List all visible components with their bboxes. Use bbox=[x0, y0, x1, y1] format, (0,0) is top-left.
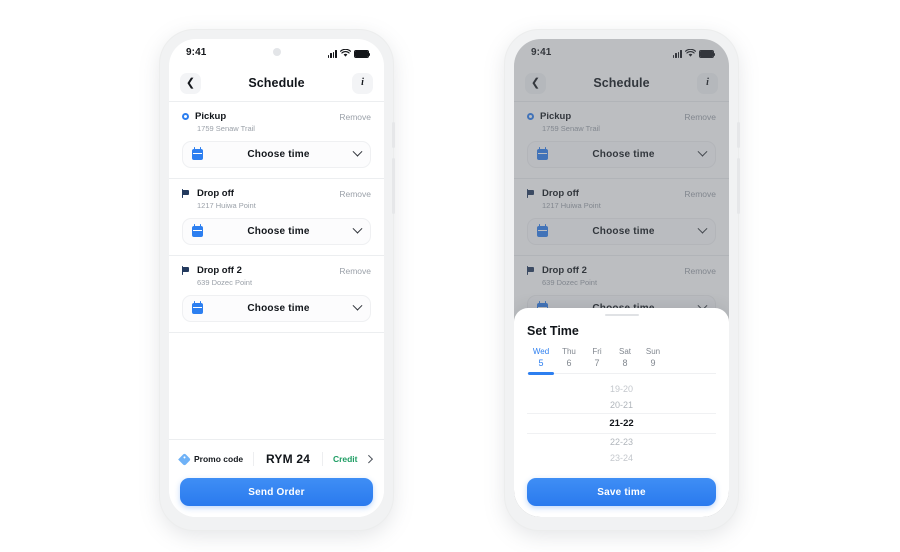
phone-power-button-right bbox=[737, 158, 740, 214]
wifi-icon bbox=[340, 48, 351, 57]
calendar-icon bbox=[192, 301, 203, 314]
day-tabs: Wed 5 Thu 6 Fri 7 Sat 8 Sun 9 bbox=[527, 347, 716, 375]
stop-row-pickup[interactable]: Pickup Remove 1759 Senaw Trail Choose ti… bbox=[169, 102, 384, 178]
choose-time-button-dropoff[interactable]: Choose time bbox=[182, 218, 371, 245]
time-slot[interactable]: 23-24 bbox=[527, 450, 716, 466]
stop-title: Drop off bbox=[197, 188, 234, 199]
stop-label-group: Drop off bbox=[182, 188, 234, 199]
phone-mockup-right: 9:41 ❮ Schedule i Pickup Remove 1759 Sen… bbox=[505, 30, 740, 530]
phone-screen-left: 9:41 ❮ Schedule i Pickup Remove 1759 Sen… bbox=[169, 39, 384, 517]
stop-row-dropoff-2[interactable]: Drop off 2 Remove 639 Dozec Point Choose… bbox=[169, 256, 384, 332]
sheet-drag-handle[interactable] bbox=[604, 313, 639, 316]
stop-title: Drop off 2 bbox=[197, 265, 242, 276]
phone-volume-button-right bbox=[737, 122, 740, 148]
choose-time-label: Choose time bbox=[247, 303, 310, 314]
sheet-title: Set Time bbox=[527, 324, 579, 338]
stop-header: Pickup Remove bbox=[182, 111, 371, 122]
phone-volume-button-left bbox=[392, 122, 395, 148]
send-order-button[interactable]: Send Order bbox=[180, 478, 373, 506]
stop-row-dropoff[interactable]: Drop off Remove 1217 Huiwa Point Choose … bbox=[169, 179, 384, 255]
status-bar-clock: 9:41 bbox=[186, 46, 207, 58]
info-button[interactable]: i bbox=[352, 72, 373, 94]
day-tab-number: 6 bbox=[566, 358, 572, 368]
tag-icon bbox=[178, 452, 191, 466]
stop-address: 1217 Huiwa Point bbox=[197, 201, 256, 210]
calendar-icon bbox=[192, 147, 203, 160]
stop-header: Drop off Remove bbox=[182, 188, 371, 199]
day-tab-name: Fri bbox=[592, 347, 602, 356]
day-tab-name: Sun bbox=[645, 347, 661, 356]
day-tab-sat[interactable]: Sat 8 bbox=[611, 347, 639, 373]
chevron-down-icon bbox=[352, 300, 363, 311]
battery-icon bbox=[354, 50, 371, 58]
time-slot[interactable]: 19-20 bbox=[527, 381, 716, 397]
promo-code-value: RYM 24 bbox=[265, 452, 311, 466]
save-time-button[interactable]: Save time bbox=[527, 478, 716, 506]
day-tab-name: Wed bbox=[532, 347, 550, 356]
front-camera-dot-icon bbox=[272, 48, 281, 56]
time-slot[interactable]: 22-23 bbox=[527, 434, 716, 450]
day-tab-fri[interactable]: Fri 7 bbox=[583, 347, 611, 373]
time-slot-selected[interactable]: 21-22 bbox=[527, 413, 716, 434]
calendar-icon bbox=[192, 224, 203, 237]
day-tab-name: Thu bbox=[562, 347, 576, 356]
promo-code-label: Promo code bbox=[194, 454, 244, 464]
promo-row[interactable]: Promo code RYM 24 Credit bbox=[178, 448, 373, 470]
day-tab-thu[interactable]: Thu 6 bbox=[555, 347, 583, 373]
status-bar: 9:41 bbox=[169, 39, 384, 65]
chevron-down-icon bbox=[352, 146, 363, 157]
choose-time-label: Choose time bbox=[247, 226, 310, 237]
status-bar-icons bbox=[327, 47, 371, 58]
order-footer: Promo code RYM 24 Credit Send Order bbox=[169, 439, 384, 517]
flag-icon bbox=[182, 266, 191, 275]
time-slot[interactable]: 20-21 bbox=[527, 397, 716, 413]
choose-time-label: Choose time bbox=[247, 149, 310, 160]
remove-stop-button[interactable]: Remove bbox=[339, 266, 371, 276]
choose-time-button-dropoff-2[interactable]: Choose time bbox=[182, 295, 371, 322]
cellular-signal-icon bbox=[327, 50, 337, 58]
remove-stop-button[interactable]: Remove bbox=[339, 112, 371, 122]
page-title: Schedule bbox=[248, 76, 305, 90]
time-slot-picker[interactable]: 19-20 20-21 21-22 22-23 23-24 bbox=[527, 374, 716, 470]
chevron-right-icon bbox=[364, 455, 373, 463]
stop-address: 639 Dozec Point bbox=[197, 278, 253, 287]
pickup-dot-icon bbox=[182, 113, 189, 120]
day-tab-number: 8 bbox=[622, 358, 628, 368]
phone-mockup-left: 9:41 ❮ Schedule i Pickup Remove 1759 Sen… bbox=[160, 30, 395, 530]
promo-code-cell[interactable]: Promo code bbox=[178, 452, 253, 466]
phone-power-button-left bbox=[392, 158, 395, 214]
stop-label-group: Drop off 2 bbox=[182, 265, 242, 276]
set-time-bottom-sheet: Set Time Wed 5 Thu 6 Fri 7 Sat 8 Sun 9 1… bbox=[514, 307, 729, 517]
day-tab-wed[interactable]: Wed 5 bbox=[527, 347, 555, 375]
stop-divider-3 bbox=[169, 332, 384, 333]
choose-time-button-pickup[interactable]: Choose time bbox=[182, 141, 371, 168]
screenshot-stage: 9:41 ❮ Schedule i Pickup Remove 1759 Sen… bbox=[0, 0, 900, 552]
day-tab-number: 5 bbox=[538, 358, 544, 368]
flag-icon bbox=[182, 189, 191, 198]
payment-method-label[interactable]: Credit bbox=[323, 454, 366, 464]
stop-address: 1759 Senaw Trail bbox=[197, 124, 255, 133]
day-tab-number: 9 bbox=[650, 358, 656, 368]
chevron-down-icon bbox=[352, 223, 363, 234]
phone-screen-right: 9:41 ❮ Schedule i Pickup Remove 1759 Sen… bbox=[514, 39, 729, 517]
stop-label-group: Pickup bbox=[182, 111, 226, 122]
day-tab-number: 7 bbox=[594, 358, 600, 368]
stop-title: Pickup bbox=[195, 111, 227, 122]
back-button[interactable]: ❮ bbox=[180, 72, 201, 94]
day-tab-name: Sat bbox=[618, 347, 631, 356]
remove-stop-button[interactable]: Remove bbox=[339, 189, 371, 199]
stop-header: Drop off 2 Remove bbox=[182, 265, 371, 276]
day-tab-sun[interactable]: Sun 9 bbox=[639, 347, 667, 373]
navigation-bar: ❮ Schedule i bbox=[169, 65, 384, 101]
